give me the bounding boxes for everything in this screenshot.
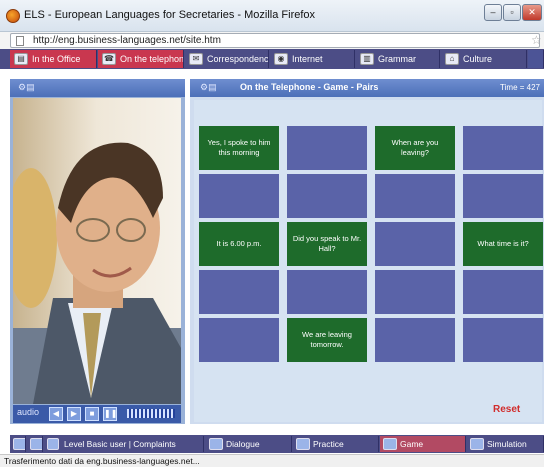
card[interactable] xyxy=(375,174,455,218)
hat-icon: ⌂ xyxy=(445,53,459,65)
home-button[interactable] xyxy=(10,436,26,452)
home-icon xyxy=(13,438,25,450)
browser-window: { "window": {"title": "ELS - European La… xyxy=(0,0,544,467)
top-nav: ▤ In the Office ☎ On the telephone ✉ Corres… xyxy=(0,49,544,69)
grid-icon xyxy=(30,438,42,450)
tab-on-the-telephone[interactable]: ☎ On the telephone xyxy=(98,50,184,68)
globe-icon: ◉ xyxy=(274,53,288,65)
tab-simulation[interactable]: Simulation xyxy=(467,436,544,452)
reset-button[interactable]: Reset xyxy=(493,404,520,415)
tab-culture[interactable]: ⌂ Culture xyxy=(441,50,527,68)
tab-dialogue[interactable]: Dialogue xyxy=(206,436,292,452)
game-timer: Time = 427 xyxy=(500,83,540,92)
tab-grammar[interactable]: ▥ Grammar xyxy=(356,50,440,68)
speaker-photo xyxy=(13,98,181,404)
tab-practice[interactable]: Practice xyxy=(293,436,379,452)
card[interactable] xyxy=(463,174,543,218)
url-text: http://eng.business-languages.net/site.h… xyxy=(33,35,221,46)
card[interactable]: Did you speak to Mr. Hall? xyxy=(287,222,367,266)
pause-button[interactable]: ❚❚ xyxy=(103,407,117,421)
pencil-icon xyxy=(47,438,59,450)
header-logo-icon: ⚙▤ xyxy=(200,82,217,92)
sparkle-icon xyxy=(470,438,484,450)
card[interactable] xyxy=(463,318,543,362)
stop-button[interactable]: ■ xyxy=(85,407,99,421)
game-header: ⚙▤ On the Telephone - Game - Pairs Time … xyxy=(190,79,544,97)
dice-icon xyxy=(383,438,397,450)
title-bar: ELS - European Languages for Secretaries… xyxy=(0,0,544,32)
card[interactable] xyxy=(463,270,543,314)
tab-overflow[interactable] xyxy=(528,50,544,68)
card[interactable] xyxy=(199,318,279,362)
play-button[interactable]: ▶ xyxy=(67,407,81,421)
speaker-icon[interactable]: ◀ xyxy=(49,407,63,421)
tab-in-the-office[interactable]: ▤ In the Office xyxy=(10,50,97,68)
game-title: On the Telephone - Game - Pairs xyxy=(240,82,379,92)
card[interactable]: What time is it? xyxy=(463,222,543,266)
speech-bubble-icon xyxy=(209,438,223,450)
game-board: Yes, I spoke to him this morning When ar… xyxy=(194,100,543,422)
card[interactable] xyxy=(287,126,367,170)
telephone-icon: ☎ xyxy=(102,53,116,65)
maximize-button[interactable]: ▫ xyxy=(503,4,521,21)
window-title: ELS - European Languages for Secretaries… xyxy=(24,9,316,21)
audio-controls: audio ◀ ▶ ■ ❚❚ xyxy=(13,405,181,423)
card[interactable] xyxy=(375,270,455,314)
card[interactable]: Yes, I spoke to him this morning xyxy=(199,126,279,170)
office-icon: ▤ xyxy=(14,53,28,65)
envelope-icon: ✉ xyxy=(189,53,203,65)
menu-button[interactable] xyxy=(27,436,43,452)
firefox-icon xyxy=(6,9,20,23)
minimize-button[interactable]: – xyxy=(484,4,502,21)
card[interactable]: We are leaving tomorrow. xyxy=(287,318,367,362)
bookmark-star-icon[interactable]: ☆ xyxy=(531,33,542,47)
notebook-icon xyxy=(296,438,310,450)
card[interactable]: It is 6.00 p.m. xyxy=(199,222,279,266)
card[interactable] xyxy=(463,126,543,170)
url-field[interactable]: http://eng.business-languages.net/site.h… xyxy=(10,33,542,48)
card[interactable] xyxy=(287,174,367,218)
card[interactable] xyxy=(287,270,367,314)
header-logo-icon: ⚙▤ xyxy=(18,82,35,92)
card[interactable] xyxy=(375,222,455,266)
tab-correspondence[interactable]: ✉ Correspondence xyxy=(185,50,269,68)
close-button[interactable]: ✕ xyxy=(522,4,542,21)
volume-slider[interactable] xyxy=(127,409,175,418)
page-icon xyxy=(16,36,24,46)
card[interactable] xyxy=(375,318,455,362)
navigation-toolbar: http://eng.business-languages.net/site.h… xyxy=(0,32,544,49)
status-bar: Trasferimento dati da eng.business-langu… xyxy=(0,454,544,467)
books-icon: ▥ xyxy=(360,53,374,65)
card[interactable] xyxy=(199,174,279,218)
window-controls: – ▫ ✕ xyxy=(484,4,542,22)
bottom-nav: Level Basic user | Complaints Dialogue P… xyxy=(10,435,544,453)
card[interactable] xyxy=(199,270,279,314)
tab-internet[interactable]: ◉ Internet xyxy=(270,50,355,68)
status-text: Trasferimento dati da eng.business-langu… xyxy=(4,456,200,466)
level-info: Level Basic user | Complaints xyxy=(44,436,204,452)
left-panel-header: ⚙▤ xyxy=(10,79,185,97)
card[interactable]: When are you leaving? xyxy=(375,126,455,170)
audio-label: audio xyxy=(17,407,40,417)
tab-game[interactable]: Game xyxy=(380,436,466,452)
